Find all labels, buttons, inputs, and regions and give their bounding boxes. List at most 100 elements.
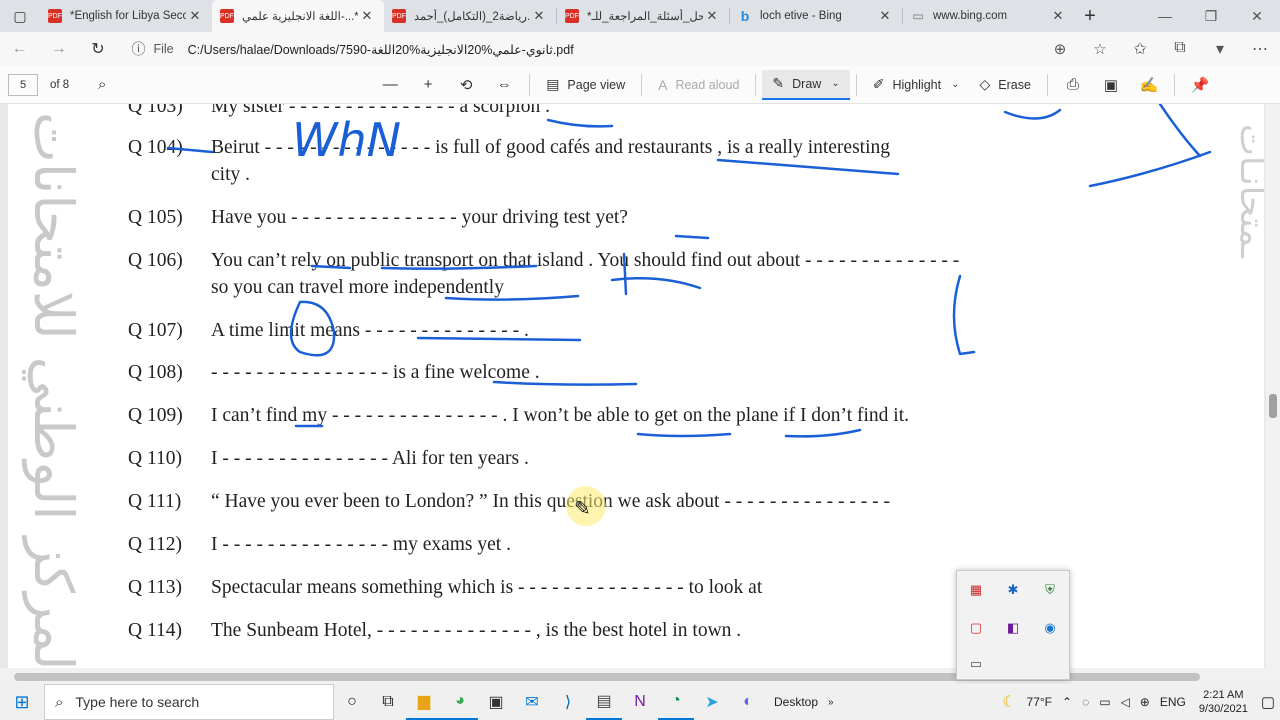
close-icon[interactable]: ✕ <box>530 8 548 24</box>
url-field[interactable]: ⓘ File C:/Users/halae/Downloads/7590-ثان… <box>121 35 1120 63</box>
close-icon[interactable]: ✕ <box>1049 8 1067 24</box>
page-view-icon: ▤ <box>546 76 560 92</box>
network-icon[interactable]: ▭ <box>1094 695 1115 709</box>
store-icon[interactable]: ▣ <box>478 684 514 720</box>
zoom-in-icon[interactable]: + <box>409 76 447 93</box>
onenote-icon[interactable]: N <box>622 684 658 720</box>
info-icon[interactable]: ⓘ <box>131 39 145 59</box>
tab-1[interactable]: PDF اللغة الانجليزية علمي-...* ✕ <box>212 0 384 32</box>
add-favorite-icon[interactable]: ☆ <box>1080 40 1120 58</box>
toolbar-divider <box>641 73 643 96</box>
globe-icon[interactable]: ⊕ <box>1135 695 1155 709</box>
system-tray: ☾ 77°F ⌃ ◌ ▭ ◁ ⊕ ENG 2:21 AM 9/30/2021 ▢ <box>997 684 1280 720</box>
volume-icon[interactable]: ◁ <box>1116 695 1135 709</box>
favorites-icon[interactable]: ✩ <box>1120 39 1160 59</box>
cortana-icon[interactable]: ○ <box>334 684 370 720</box>
question-107: Q 107) A time limit means - - - - - - - -… <box>128 320 529 341</box>
profile-icon[interactable]: ▾ <box>1200 39 1240 59</box>
question-108: Q 108) - - - - - - - - - - - - - - - - is… <box>128 362 540 383</box>
restore-icon[interactable]: ❐ <box>1188 0 1234 32</box>
tab-title: *English for Libya Seco <box>70 10 186 22</box>
bluetooth-icon[interactable]: ✱ <box>1004 581 1022 599</box>
zoom-out-icon[interactable]: — <box>371 76 409 93</box>
close-icon[interactable]: ✕ <box>186 8 204 24</box>
mail-icon[interactable]: ✉ <box>514 684 550 720</box>
clock[interactable]: 2:21 AM 9/30/2021 <box>1191 688 1256 716</box>
more-icon[interactable]: ⋯ <box>1240 39 1280 59</box>
page-count: of 8 <box>50 78 70 91</box>
discord-icon[interactable]: ◐ <box>730 684 766 720</box>
erase-button[interactable]: ◇ Erase <box>969 70 1040 100</box>
tray-app-icon[interactable]: ◌ <box>1077 695 1094 709</box>
temperature-text[interactable]: 77°F <box>1022 695 1057 709</box>
tray-app-icon[interactable]: ◧ <box>1004 619 1022 637</box>
security-icon[interactable]: ⛨ <box>1041 581 1059 599</box>
tab-0[interactable]: PDF *English for Libya Seco ✕ <box>40 0 212 32</box>
close-window-icon[interactable]: ✕ <box>1234 0 1280 32</box>
collections-icon[interactable]: ⧉ <box>1160 39 1200 59</box>
forward-icon[interactable]: → <box>39 40 78 58</box>
document-viewer[interactable]: المركز الوطني للامتحانات ـمتحانـات Q 103… <box>0 104 1280 686</box>
page-view-button[interactable]: ▤ Page view <box>536 70 635 100</box>
print-icon[interactable]: ⎙ <box>1054 76 1092 93</box>
tab-3[interactable]: PDF *حل_أسئلة_المراجعة_للـ... ✕ <box>557 0 729 32</box>
vertical-scrollbar[interactable] <box>1266 104 1280 668</box>
refresh-icon[interactable]: ↻ <box>78 39 117 59</box>
window-controls: — ❐ ✕ <box>1142 0 1280 32</box>
question-114: Q 114) The Sunbeam Hotel, - - - - - - - -… <box>128 620 742 641</box>
tab-actions-icon[interactable]: ▢ <box>0 0 40 32</box>
eraser-icon: ◇ <box>979 76 991 92</box>
close-icon[interactable]: ✕ <box>358 8 376 24</box>
draw-button[interactable]: ✎ Draw ⌄ <box>762 69 850 100</box>
tab-5[interactable]: ▭ www.bing.com ✕ <box>903 0 1075 32</box>
read-aloud-label: Read aloud <box>675 77 740 92</box>
question-110: Q 110) I - - - - - - - - - - - - - - - Al… <box>128 448 529 469</box>
edge-icon[interactable]: ◔ <box>658 684 694 720</box>
new-tab-button[interactable]: + <box>1075 0 1105 32</box>
tray-app-icon[interactable]: ◉ <box>1041 619 1059 637</box>
fit-page-icon[interactable]: ⇔ <box>485 76 523 93</box>
vertical-scroll-thumb[interactable] <box>1269 394 1277 418</box>
back-icon[interactable]: ← <box>0 40 39 58</box>
close-icon[interactable]: ✕ <box>703 8 721 24</box>
question-104-continued: city . <box>211 164 250 185</box>
desktop-toolbar-label[interactable]: Desktop <box>774 695 818 709</box>
close-icon[interactable]: ✕ <box>876 8 894 24</box>
highlighter-icon: ✐ <box>872 76 885 92</box>
weather-icon[interactable]: ☾ <box>997 692 1021 712</box>
task-view-icon[interactable]: ⧉ <box>370 684 406 720</box>
tray-app-icon[interactable]: ▦ <box>967 581 985 599</box>
show-hidden-icons[interactable]: ⌃ <box>1057 695 1077 709</box>
telegram-icon[interactable]: ➤ <box>694 684 730 720</box>
tab-4[interactable]: b loch etive - Bing ✕ <box>730 0 902 32</box>
highlight-button[interactable]: ✐ Highlight ⌄ <box>863 70 970 100</box>
tab-2[interactable]: PDF رياضة2_(التكامل)_أحمد... ✕ <box>384 0 556 32</box>
vscode-icon[interactable]: ⟩ <box>550 684 586 720</box>
chevron-down-icon[interactable]: ⌄ <box>831 78 839 89</box>
zoom-icon[interactable]: ⊕ <box>1040 40 1080 58</box>
app-icon[interactable]: ▤ <box>586 684 622 720</box>
url-text: C:/Users/halae/Downloads/7590-ثانوي-علمي… <box>187 42 574 57</box>
save-as-icon[interactable]: ✍ <box>1130 76 1168 94</box>
bing-icon: b <box>740 8 750 24</box>
page-number-input[interactable]: 5 <box>8 73 38 96</box>
language-indicator[interactable]: ENG <box>1155 695 1191 709</box>
file-explorer-icon[interactable]: ▆ <box>406 684 442 720</box>
tray-app-icon[interactable]: ▢ <box>967 619 985 637</box>
search-icon[interactable]: ⌕ <box>83 76 121 93</box>
rotate-icon[interactable]: ⟲ <box>447 76 485 94</box>
url-scheme: File <box>153 42 174 56</box>
windows-start-icon[interactable]: ⊞ <box>0 692 44 713</box>
chevron-right-icon[interactable]: » <box>828 697 834 708</box>
tray-app-icon[interactable]: ▭ <box>967 655 985 673</box>
read-aloud-button[interactable]: A Read aloud <box>648 70 749 100</box>
minimize-icon[interactable]: — <box>1142 0 1188 32</box>
toolbar-divider <box>529 73 531 96</box>
chevron-down-icon[interactable]: ⌄ <box>951 79 959 90</box>
save-icon[interactable]: ▣ <box>1092 76 1130 94</box>
notification-center-icon[interactable]: ▢ <box>1256 693 1280 711</box>
pin-icon[interactable]: 📌 <box>1181 76 1219 94</box>
draw-label: Draw <box>792 76 822 91</box>
chrome-icon[interactable]: ◕ <box>442 684 478 720</box>
taskbar-search-input[interactable]: ⌕ Type here to search <box>44 684 334 720</box>
